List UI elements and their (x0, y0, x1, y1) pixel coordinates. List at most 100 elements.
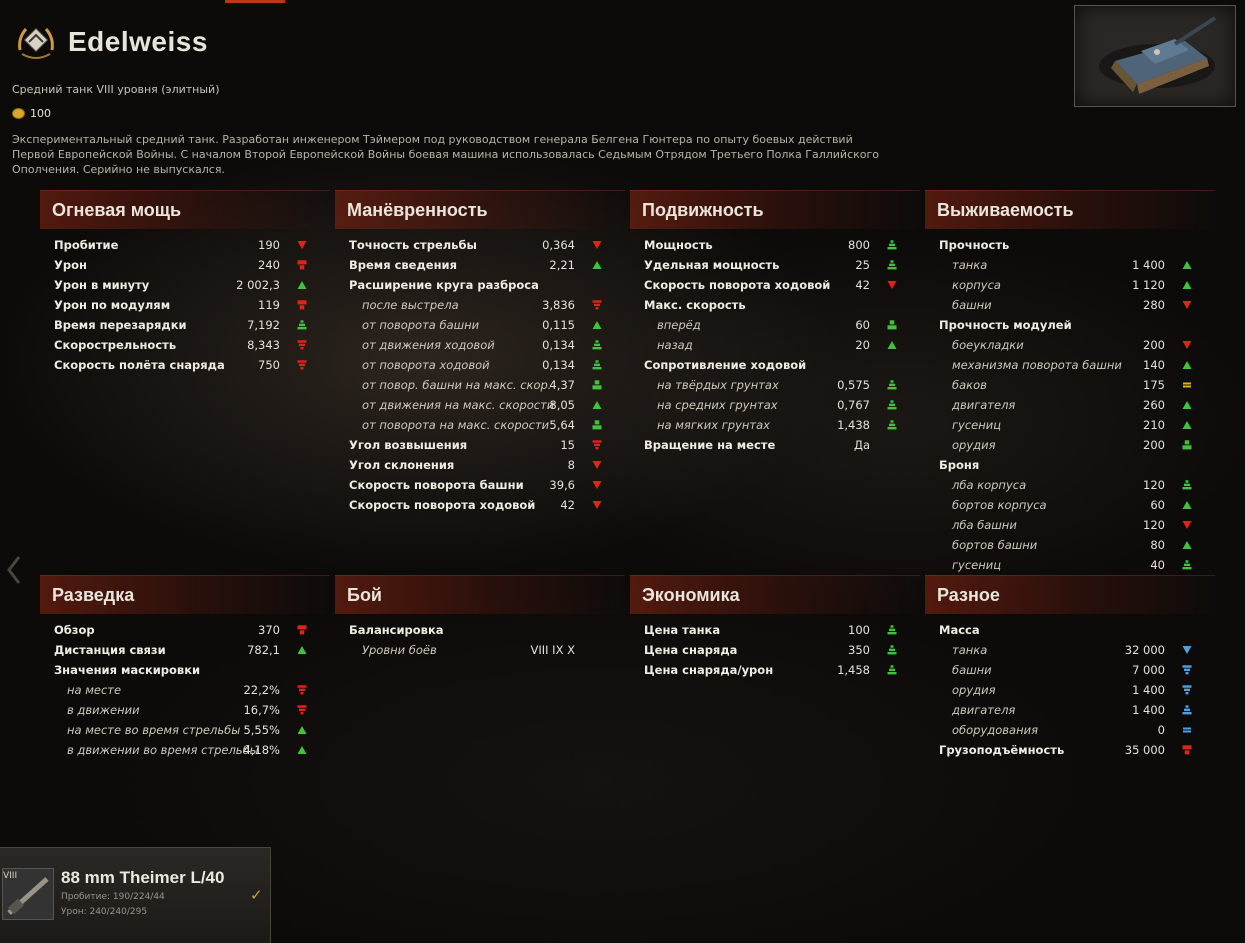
arrow-up-icon (1181, 479, 1193, 491)
section-recon: Разведка Обзор 370 Дистанция связи 782,1 Зна… (40, 575, 330, 760)
stat-value: 190 (258, 238, 280, 252)
arrow-down-icon (296, 684, 308, 696)
section-survivability: Выживаемость Прочность танка 1 400 корпуса 1… (925, 190, 1215, 575)
stat-label: от поворота ходовой (362, 358, 490, 372)
arrow-up-icon (886, 419, 898, 431)
stat-label: Скорость поворота башни (349, 478, 524, 492)
stat-row: двигателя 1 400 (925, 700, 1215, 720)
stat-row: Прочность модулей (925, 315, 1215, 335)
module-damage: Урон: 240/240/295 (61, 907, 148, 917)
stat-row: Расширение круга разброса (335, 275, 625, 295)
stat-label: от движения ходовой (362, 338, 495, 352)
module-card[interactable]: VIII 88 mm Theimer L/40 Пробитие: 190/22… (0, 847, 271, 943)
stat-label: Прочность модулей (939, 318, 1072, 332)
stat-value: Да (853, 438, 870, 452)
section-mobility: Подвижность Мощность 800 Удельная мощность… (630, 190, 920, 455)
stat-label: башни (952, 298, 992, 312)
stat-label: орудия (952, 683, 996, 697)
arrow-down-icon (1181, 684, 1193, 696)
stat-row: Броня (925, 455, 1215, 475)
stat-rows: Мощность 800 Удельная мощность 25 Скорость п… (630, 235, 920, 455)
section-title: Огневая мощь (52, 199, 182, 220)
arrow-up-icon (591, 419, 603, 431)
stat-value: VIII IX X (530, 643, 575, 657)
stat-value: 4,18% (243, 743, 280, 757)
stat-value: 5,64 (549, 418, 575, 432)
stat-label: от поворота башни (362, 318, 480, 332)
tank-image-icon (1099, 16, 1217, 94)
stat-rows: Точность стрельбы 0,364 Время сведения 2,21… (335, 235, 625, 515)
stat-label: Скорострельность (54, 338, 177, 352)
stat-value: 7 000 (1132, 663, 1165, 677)
stat-label: Скорость поворота ходовой (644, 278, 831, 292)
stat-value: 2 002,3 (236, 278, 280, 292)
arrow-up-icon (591, 319, 603, 331)
arrow-down-icon (591, 439, 603, 451)
stat-label: Урон (54, 258, 87, 272)
section-maneuverability: Манёвренность Точность стрельбы 0,364 Врем… (335, 190, 625, 515)
stat-label: гусениц (952, 418, 1002, 432)
section-header: Выживаемость (925, 190, 1215, 229)
stat-label: лба корпуса (952, 478, 1027, 492)
equal-icon (1181, 379, 1193, 391)
stat-value: 8,05 (549, 398, 575, 412)
stat-row: танка 32 000 (925, 640, 1215, 660)
stat-row: Мощность 800 (630, 235, 920, 255)
stat-label: Цена танка (644, 623, 721, 637)
arrow-down-icon (296, 299, 308, 311)
stat-label: бортов корпуса (952, 498, 1047, 512)
arrow-up-icon (886, 239, 898, 251)
stat-value: 22,2% (243, 683, 280, 697)
stat-label: Макс. скорость (644, 298, 746, 312)
stat-value: 0,115 (542, 318, 575, 332)
stat-row: Скорость поворота башни 39,6 (335, 475, 625, 495)
stat-row: Точность стрельбы 0,364 (335, 235, 625, 255)
stat-value: 20 (855, 338, 870, 352)
stat-row: Макс. скорость (630, 295, 920, 315)
stat-row: от движения на макс. скорости 8,05 (335, 395, 625, 415)
stat-value: 1,458 (837, 663, 870, 677)
stat-label: Грузоподъёмность (939, 743, 1065, 757)
stat-label: Цена снаряда/урон (644, 663, 774, 677)
section-economy: Экономика Цена танка 100 Цена снаряда 350 Це… (630, 575, 920, 680)
stat-row: Масса (925, 620, 1215, 640)
stat-label: боеукладки (952, 338, 1024, 352)
arrow-down-icon (886, 279, 898, 291)
stat-value: 1 400 (1132, 703, 1165, 717)
arrow-down-icon (591, 479, 603, 491)
stat-value: 0 (1157, 723, 1165, 737)
stat-value: 1,438 (837, 418, 870, 432)
arrow-up-icon (1181, 399, 1193, 411)
stat-row: Значения маскировки (40, 660, 330, 680)
arrow-down-icon (591, 499, 603, 511)
section-title: Экономика (642, 584, 740, 605)
stat-rows: Прочность танка 1 400 корпуса 1 120 башни 280 П… (925, 235, 1215, 575)
stat-row: Скорость поворота ходовой 42 (630, 275, 920, 295)
arrow-down-icon (1181, 339, 1193, 351)
stat-label: механизма поворота башни (952, 358, 1122, 372)
section-header: Экономика (630, 575, 920, 614)
stat-label: от повор. башни на макс. скор. (362, 378, 552, 392)
arrow-up-icon (591, 259, 603, 271)
arrow-up-icon (296, 724, 308, 736)
section-header: Манёвренность (335, 190, 625, 229)
stat-label: Значения маскировки (54, 663, 201, 677)
stat-row: орудия 1 400 (925, 680, 1215, 700)
stat-rows: Обзор 370 Дистанция связи 782,1 Значения мас… (40, 620, 330, 760)
arrow-up-icon (296, 644, 308, 656)
arrow-down-icon (296, 359, 308, 371)
stat-value: 8 (567, 458, 575, 472)
stat-row: Скорость поворота ходовой 42 (335, 495, 625, 515)
stat-label: на твёрдых грунтах (657, 378, 779, 392)
arrow-up-icon (1181, 279, 1193, 291)
tank-header: Edelweiss (14, 20, 208, 64)
section-title: Манёвренность (347, 199, 488, 220)
stat-row: Угол склонения 8 (335, 455, 625, 475)
stat-value: 1 120 (1132, 278, 1165, 292)
stat-row: боеукладки 200 (925, 335, 1215, 355)
stat-label: танка (952, 258, 988, 272)
stat-label: Пробитие (54, 238, 119, 252)
stat-row: бортов башни 80 (925, 535, 1215, 555)
previous-arrow-icon[interactable] (6, 555, 22, 585)
stat-label: на мягких грунтах (657, 418, 770, 432)
